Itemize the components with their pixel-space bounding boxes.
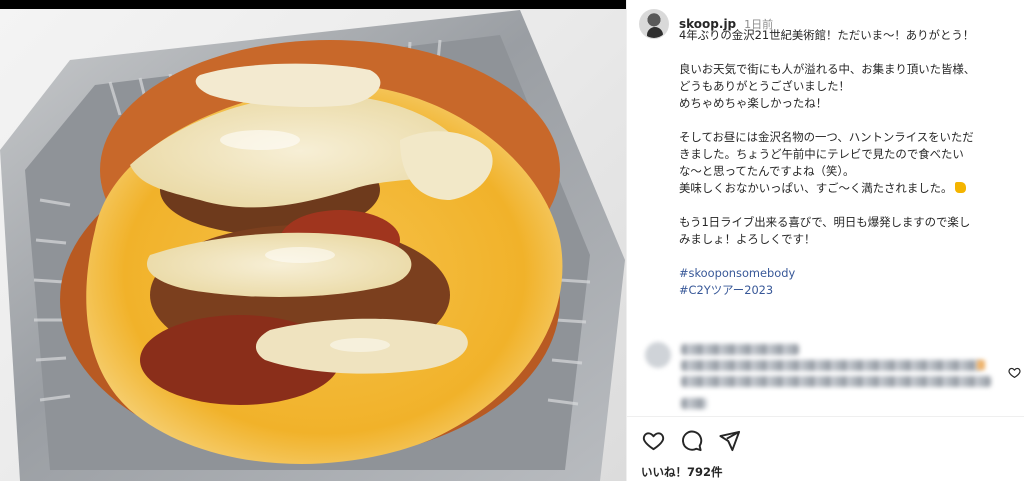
caption-line: 4年ぶりの金沢21世紀美術館！ただいま〜！ありがとう！ <box>679 28 975 42</box>
hashtag-link[interactable]: #skooponsomebody <box>679 265 1015 282</box>
comment-avatar <box>645 342 671 368</box>
caption-line: めちゃめちゃ楽しかったね！ <box>679 96 828 110</box>
hanton-rice-photo <box>0 10 625 481</box>
share-icon <box>718 430 740 451</box>
like-button[interactable] <box>641 428 665 452</box>
share-button[interactable] <box>717 428 741 452</box>
caption-line: な〜と思ってたんですよね（笑）。 <box>679 164 855 178</box>
comment-blur-emoji <box>977 360 985 370</box>
post-side-panel: skoop.jp 1日前 4年ぶりの金沢21世紀美術館！ただいま〜！ありがとう！… <box>626 0 1024 481</box>
caption-line: みましょ！よろしくです！ <box>679 232 816 246</box>
like-count[interactable]: いいね！792件 <box>641 464 723 480</box>
post-caption: 4年ぶりの金沢21世紀美術館！ただいま〜！ありがとう！ 良いお天気で街にも人が溢… <box>679 27 1015 299</box>
caption-text: 美味しくおなかいっぱい、すご〜く満たされました。 <box>679 181 953 195</box>
avatar[interactable] <box>639 9 669 39</box>
comment-blur-line <box>681 344 799 355</box>
comment-blur-line <box>681 360 981 371</box>
small-heart-icon[interactable] <box>1008 366 1021 379</box>
caption-line: どうもありがとうございました！ <box>679 79 850 93</box>
comment-icon <box>681 430 702 451</box>
thumbs-up-emoji-icon <box>955 182 967 193</box>
caption-line: 良いお天気で街にも人が溢れる中、お集まり頂いた皆様、 <box>679 62 976 76</box>
comment-button[interactable] <box>679 428 703 452</box>
comment-blur-line <box>681 398 707 409</box>
action-bar <box>641 428 741 452</box>
hashtag-link[interactable]: #C2Yツアー2023 <box>679 282 1015 299</box>
blurred-comment <box>639 338 1023 414</box>
instagram-post: skoop.jp 1日前 4年ぶりの金沢21世紀美術館！ただいま〜！ありがとう！… <box>0 0 1024 481</box>
caption-line: きました。ちょうど午前中にテレビで見たので食べたい <box>679 147 964 161</box>
divider <box>627 416 1024 417</box>
post-photo[interactable] <box>0 0 626 481</box>
caption-line: そしてお昼には金沢名物の一つ、ハントンライスをいただ <box>679 130 974 144</box>
comment-blur-line <box>681 376 991 387</box>
caption-line-with-emoji: 美味しくおなかいっぱい、すご〜く満たされました。 <box>679 180 1015 197</box>
caption-line: もう1日ライブ出来る喜びで、明日も爆発しますので楽し <box>679 215 971 229</box>
heart-icon <box>642 431 664 450</box>
